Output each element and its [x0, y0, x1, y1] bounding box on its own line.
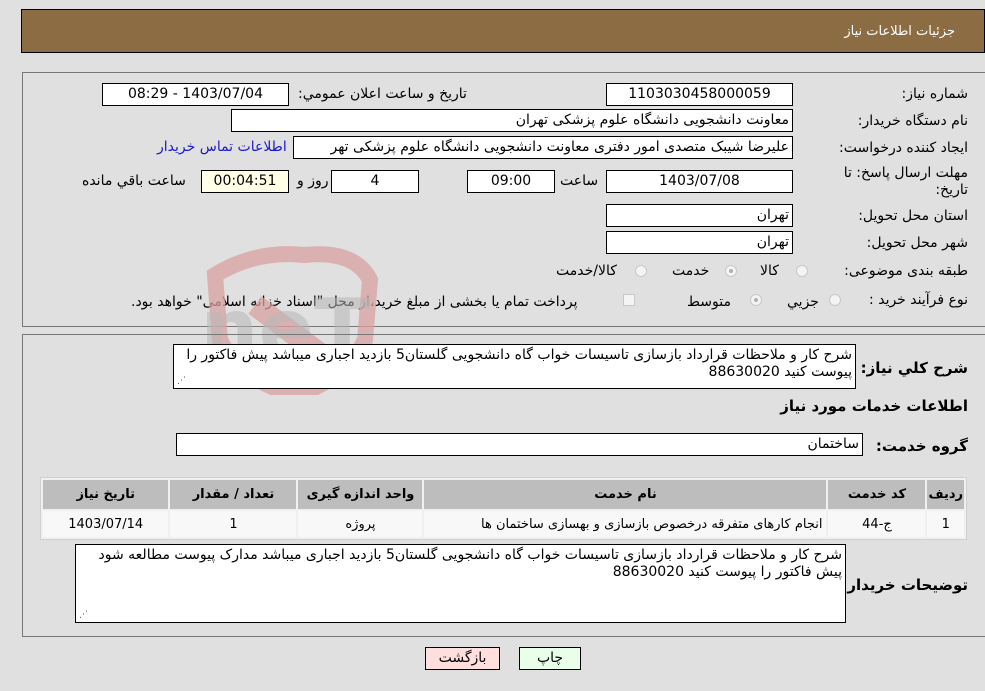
payment-note: پرداخت تمام یا بخشی از مبلغ خرید،از محل …: [131, 294, 578, 310]
resize-grip-icon[interactable]: ⋰: [79, 611, 88, 620]
announce-date-field: 1403/07/04 - 08:29: [102, 83, 289, 106]
services-section-title: اطلاعات خدمات مورد نیاز: [780, 397, 968, 415]
col-row-number: ردیف: [927, 480, 964, 509]
back-button[interactable]: بازگشت: [425, 647, 500, 670]
remaining-time-label: ساعت باقي مانده: [82, 173, 186, 189]
cell-quantity: 1: [170, 511, 297, 537]
col-service-name: نام خدمت: [424, 480, 827, 509]
buyer-org-label: نام دستگاه خریدار:: [857, 113, 968, 129]
category-label: طبقه بندی موضوعی:: [844, 263, 968, 279]
category-radio-goods-service[interactable]: [635, 265, 647, 277]
print-button[interactable]: چاپ: [519, 647, 581, 670]
page-title: جزئیات اطلاعات نیاز: [844, 24, 955, 39]
process-option-medium: متوسط: [687, 294, 731, 310]
page-header: جزئیات اطلاعات نیاز: [21, 9, 985, 53]
buyer-notes-text: شرح کار و ملاحظات قرارداد بازسازی تاسیسا…: [98, 547, 842, 580]
category-option-service: خدمت: [672, 263, 710, 279]
process-radio-medium[interactable]: [750, 294, 762, 306]
category-option-goods: کالا: [760, 263, 779, 279]
city-field: تهران: [606, 231, 793, 254]
city-label: شهر محل تحویل:: [866, 235, 968, 251]
cell-row-number: 1: [927, 511, 964, 537]
deadline-time-field: 09:00: [467, 170, 555, 193]
announce-date-label: تاریخ و ساعت اعلان عمومي:: [298, 86, 467, 102]
creator-label: ایجاد کننده درخواست:: [839, 140, 968, 156]
service-group-label: گروه خدمت:: [875, 437, 968, 455]
description-label: شرح كلي نياز:: [860, 359, 968, 377]
description-text: شرح کار و ملاحظات قرارداد بازسازی تاسیسا…: [186, 347, 852, 380]
col-quantity: تعداد / مقدار: [170, 480, 297, 509]
days-label: روز و: [297, 173, 329, 189]
deadline-label-date: تاریخ:: [935, 182, 968, 198]
province-label: استان محل تحویل:: [858, 208, 968, 224]
process-option-minor: جزيي: [787, 294, 819, 310]
islamic-treasury-checkbox[interactable]: [623, 294, 635, 306]
need-number-label: شماره نیاز:: [901, 86, 969, 102]
col-unit: واحد اندازه گیری: [298, 480, 423, 509]
buyer-contact-link[interactable]: اطلاعات تماس خریدار: [157, 139, 287, 155]
buyer-notes-textarea[interactable]: شرح کار و ملاحظات قرارداد بازسازی تاسیسا…: [75, 544, 846, 623]
buyer-org-field: معاونت دانشجویی دانشگاه علوم پزشکی تهران: [231, 109, 793, 132]
category-radio-goods[interactable]: [796, 265, 808, 277]
remaining-days-field: 4: [331, 170, 419, 193]
deadline-label: مهلت ارسال پاسخ: تا: [843, 165, 968, 181]
province-field: تهران: [606, 204, 793, 227]
remaining-time-field: 00:04:51: [201, 170, 289, 193]
category-option-goods-service: کالا/خدمت: [556, 263, 617, 279]
service-group-field: ساختمان: [176, 433, 863, 456]
services-table: ردیف کد خدمت نام خدمت واحد اندازه گیری ت…: [40, 477, 967, 540]
description-textarea[interactable]: شرح کار و ملاحظات قرارداد بازسازی تاسیسا…: [173, 344, 856, 389]
cell-service-name: انجام کارهای متفرقه درخصوص بازسازی و بهس…: [424, 511, 827, 537]
deadline-date-field: 1403/07/08: [606, 170, 793, 193]
creator-field: علیرضا شیبک متصدی امور دفتری معاونت دانش…: [293, 136, 793, 159]
cell-service-code: ج-44: [828, 511, 926, 537]
table-row: 1 ج-44 انجام کارهای متفرقه درخصوص بازساز…: [43, 511, 964, 537]
resize-grip-icon[interactable]: ⋰: [177, 377, 186, 386]
process-label: نوع فرآیند خرید :: [869, 292, 968, 308]
cell-need-date: 1403/07/14: [43, 511, 169, 537]
process-radio-minor[interactable]: [829, 294, 841, 306]
col-need-date: تاریخ نیاز: [43, 480, 169, 509]
buyer-notes-label: توضیحات خریدار:: [841, 576, 968, 594]
col-service-code: کد خدمت: [828, 480, 926, 509]
services-table-header: ردیف کد خدمت نام خدمت واحد اندازه گیری ت…: [43, 480, 964, 509]
category-radio-service[interactable]: [725, 265, 737, 277]
deadline-time-label: ساعت: [560, 173, 599, 189]
cell-unit: پروژه: [298, 511, 423, 537]
need-number-field: 1103030458000059: [606, 83, 793, 106]
